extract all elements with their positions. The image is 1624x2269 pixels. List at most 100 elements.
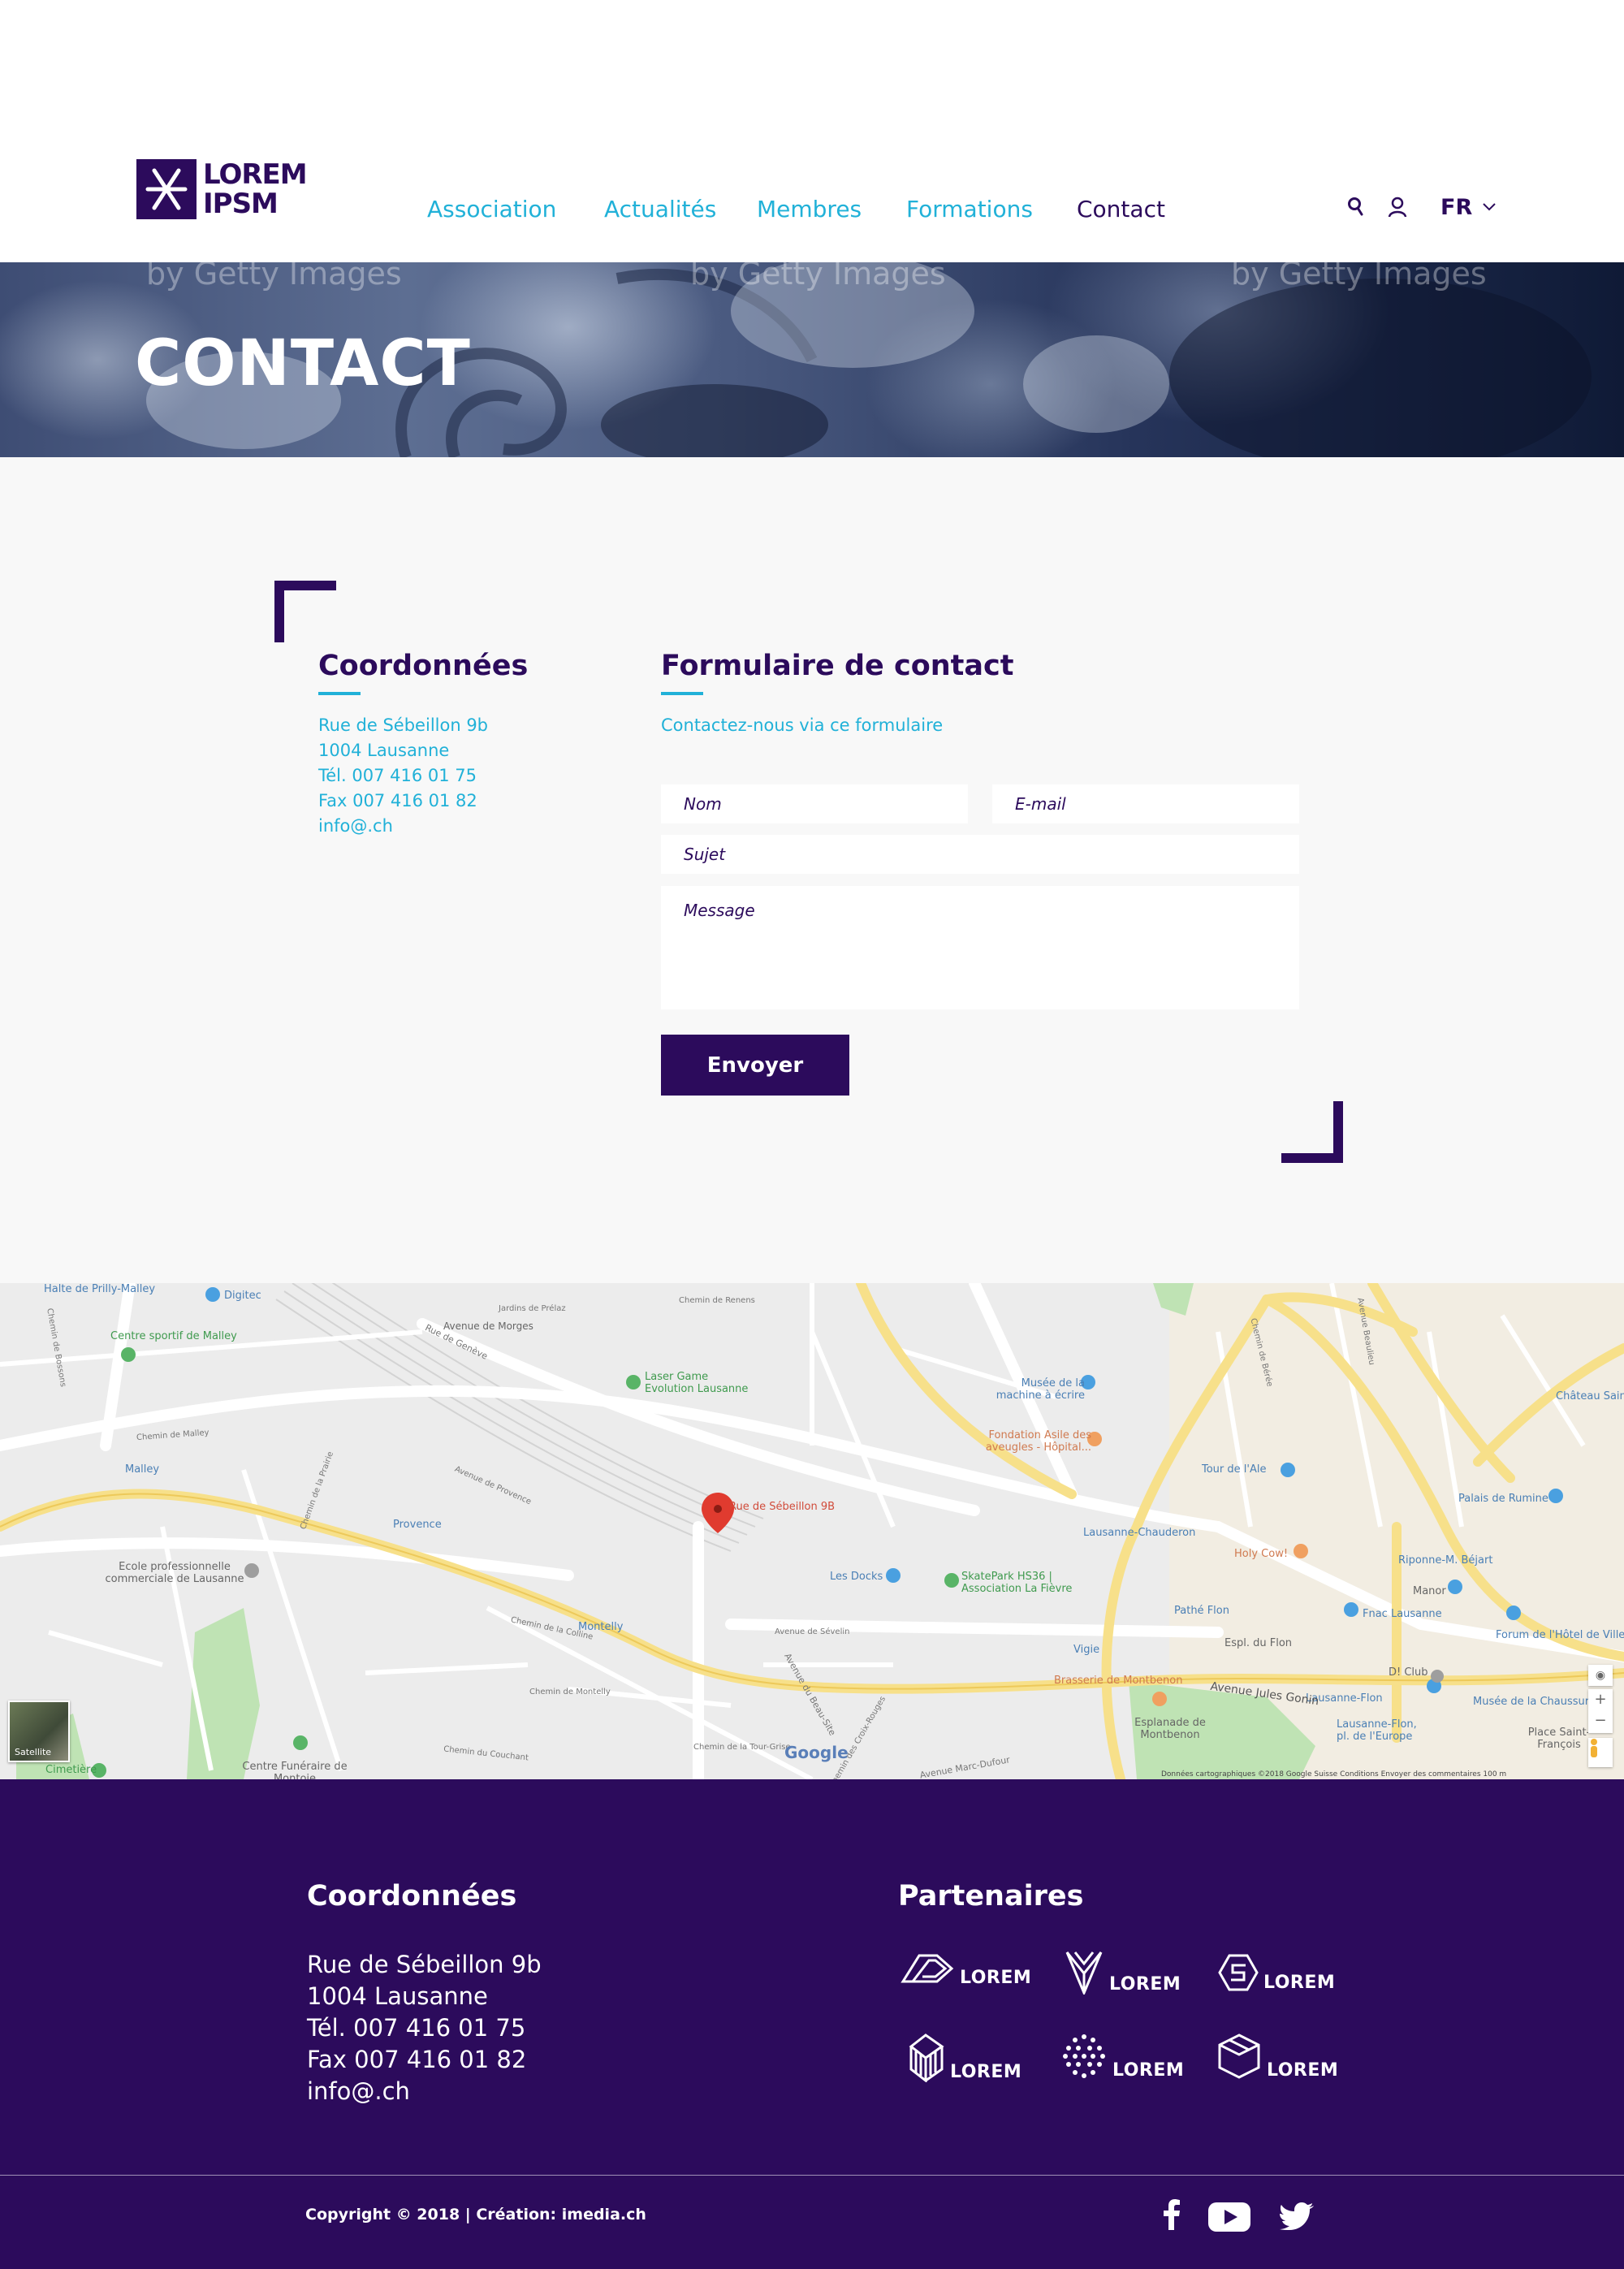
dot-circle-icon bbox=[1063, 2034, 1105, 2078]
street-view-pegman-icon[interactable] bbox=[1588, 1738, 1613, 1767]
map-label: Espl. du Flon bbox=[1224, 1637, 1293, 1649]
footer-partenaires-title: Partenaires bbox=[898, 1880, 1084, 1912]
location-map[interactable]: Halte de Prilly-Malley Digitec Centre sp… bbox=[0, 1283, 1624, 1779]
map-label: Les Docks bbox=[830, 1571, 883, 1583]
partner-logo[interactable]: LOREM bbox=[1216, 2032, 1338, 2081]
address-city: 1004 Lausanne bbox=[318, 741, 450, 760]
map-label: Fnac Lausanne bbox=[1363, 1608, 1442, 1620]
google-logo: Google bbox=[784, 1743, 849, 1762]
footer-fax: Fax 007 416 01 82 bbox=[307, 2046, 527, 2073]
map-attribution[interactable]: Données cartographiques ©2018 Google Sui… bbox=[1161, 1770, 1506, 1778]
nav-item-membres[interactable]: Membres bbox=[757, 196, 862, 223]
map-label: Provence bbox=[393, 1519, 442, 1531]
logo-text: LOREM IPSM bbox=[203, 158, 308, 220]
map-label: Ecole professionnelle commerciale de Lau… bbox=[105, 1561, 244, 1585]
map-label: Musée de la machine à écrire bbox=[996, 1377, 1085, 1402]
zoom-out-button[interactable]: − bbox=[1594, 1710, 1606, 1731]
fax: Fax 007 416 01 82 bbox=[318, 791, 477, 810]
logo[interactable]: LOREM IPSM bbox=[136, 158, 308, 220]
partner-logo[interactable]: LOREM bbox=[1064, 1949, 1181, 1995]
map-label: Tour de l'Ale bbox=[1202, 1463, 1267, 1476]
map-label: SkatePark HS36 | Association La Fièvre bbox=[961, 1571, 1073, 1595]
title-underline bbox=[318, 692, 361, 695]
name-field[interactable] bbox=[661, 784, 968, 823]
partner-label: LOREM bbox=[950, 2062, 1022, 2082]
map-label: Chemin de la Tour-Grise bbox=[693, 1743, 791, 1752]
nav-item-actualites[interactable]: Actualités bbox=[604, 196, 716, 223]
partner-label: LOREM bbox=[1109, 1974, 1181, 1995]
map-label: Jardins de Prélaz bbox=[499, 1304, 566, 1313]
coordonnees-title: Coordonnées bbox=[318, 650, 529, 682]
corner-bracket-top-left bbox=[274, 581, 336, 642]
footer-address-city: 1004 Lausanne bbox=[307, 1982, 488, 2010]
map-label: Esplanade de Montbenon bbox=[1134, 1717, 1206, 1741]
search-icon[interactable] bbox=[1341, 193, 1369, 221]
site-footer bbox=[0, 1779, 1624, 2269]
logo-line-1: LOREM bbox=[203, 158, 308, 191]
map-label: Riponne-M. Béjart bbox=[1398, 1554, 1493, 1567]
title-underline bbox=[661, 692, 703, 695]
footer-phone[interactable]: Tél. 007 416 01 75 bbox=[307, 2014, 525, 2042]
form-intro: Contactez-nous via ce formulaire bbox=[661, 715, 944, 735]
header-tools: FR bbox=[1341, 193, 1497, 221]
map-label: Musée de la Chaussure bbox=[1473, 1696, 1596, 1708]
map-label: Malley bbox=[125, 1463, 160, 1476]
map-label: Fondation Asile des aveugles - Hôpital..… bbox=[985, 1429, 1091, 1454]
partner-label: LOREM bbox=[1263, 1973, 1336, 1993]
language-selector[interactable]: FR bbox=[1440, 195, 1497, 220]
map-label: Forum de l'Hôtel de Ville bbox=[1496, 1629, 1624, 1641]
footer-address-street: Rue de Sébeillon 9b bbox=[307, 1951, 542, 1978]
arrow-shape-icon bbox=[901, 1954, 954, 1983]
map-label: Lausanne-Flon, pl. de l'Europe bbox=[1337, 1718, 1417, 1743]
twitter-icon[interactable] bbox=[1280, 2202, 1314, 2233]
partner-logo[interactable]: LOREM bbox=[906, 2032, 1021, 2082]
map-label: Avenue de Morges bbox=[443, 1320, 533, 1332]
youtube-icon[interactable] bbox=[1208, 2202, 1250, 2235]
map-label: Holy Cow! bbox=[1234, 1548, 1289, 1560]
map-label: Pathé Flon bbox=[1174, 1605, 1229, 1617]
footer-coordonnees-title: Coordonnées bbox=[307, 1880, 517, 1912]
satellite-label: Satellite bbox=[15, 1747, 52, 1757]
logo-line-2: IPSM bbox=[203, 188, 279, 220]
zoom-in-button[interactable]: + bbox=[1594, 1689, 1606, 1710]
map-label: Château Saint bbox=[1556, 1390, 1624, 1402]
send-button[interactable]: Envoyer bbox=[661, 1035, 849, 1096]
map-location-button[interactable]: ◉ bbox=[1588, 1665, 1613, 1686]
y-shape-icon bbox=[1065, 1951, 1103, 1995]
map-label: Chemin de Montelly bbox=[529, 1688, 611, 1696]
nav-item-contact[interactable]: Contact bbox=[1077, 196, 1165, 223]
map-label: Laser Game Evolution Lausanne bbox=[645, 1371, 749, 1395]
map-marker-label: Rue de Sébeillon 9B bbox=[729, 1501, 836, 1513]
site-header: LOREM IPSM Association Actualités Membre… bbox=[0, 0, 1624, 262]
map-zoom-controls[interactable]: + − bbox=[1588, 1689, 1613, 1733]
partner-logo[interactable]: LOREM bbox=[1218, 1952, 1335, 1993]
nav-item-association[interactable]: Association bbox=[427, 196, 556, 223]
map-label: Cimetière bbox=[45, 1764, 97, 1776]
hero-watermark: by Getty Images bbox=[1231, 262, 1487, 292]
footer-divider bbox=[0, 2175, 1624, 2176]
cube-icon bbox=[1218, 2033, 1260, 2079]
map-label: Lausanne-Chauderon bbox=[1083, 1527, 1196, 1539]
phone[interactable]: Tél. 007 416 01 75 bbox=[318, 766, 477, 785]
map-label: Avenue de Sévelin bbox=[775, 1627, 850, 1636]
partner-logo[interactable]: LOREM bbox=[900, 1949, 1031, 1988]
nav-item-formations[interactable]: Formations bbox=[906, 196, 1033, 223]
hero-watermark: by Getty Images bbox=[690, 262, 946, 292]
email-link[interactable]: info@.ch bbox=[318, 816, 393, 836]
map-label: Vigie bbox=[1073, 1644, 1100, 1656]
copyright-text: Copyright © 2018 | Création: imedia.ch bbox=[305, 2206, 646, 2224]
map-label: Place Saint-François bbox=[1527, 1727, 1591, 1751]
logo-mark-icon bbox=[136, 159, 197, 219]
corner-bracket-bottom-right bbox=[1281, 1101, 1343, 1163]
user-icon[interactable] bbox=[1384, 193, 1411, 221]
message-field[interactable] bbox=[661, 886, 1299, 1009]
subject-field[interactable] bbox=[661, 835, 1299, 874]
facebook-icon[interactable] bbox=[1161, 2199, 1181, 2233]
partner-label: LOREM bbox=[1267, 2060, 1339, 2081]
map-label: Brasserie de Montbenon bbox=[1054, 1675, 1183, 1687]
satellite-toggle[interactable]: Satellite bbox=[8, 1701, 70, 1762]
footer-email-link[interactable]: info@.ch bbox=[307, 2077, 410, 2105]
email-field[interactable] bbox=[992, 784, 1299, 823]
partner-logo[interactable]: LOREM bbox=[1060, 2032, 1184, 2081]
chevron-down-icon bbox=[1483, 203, 1496, 211]
